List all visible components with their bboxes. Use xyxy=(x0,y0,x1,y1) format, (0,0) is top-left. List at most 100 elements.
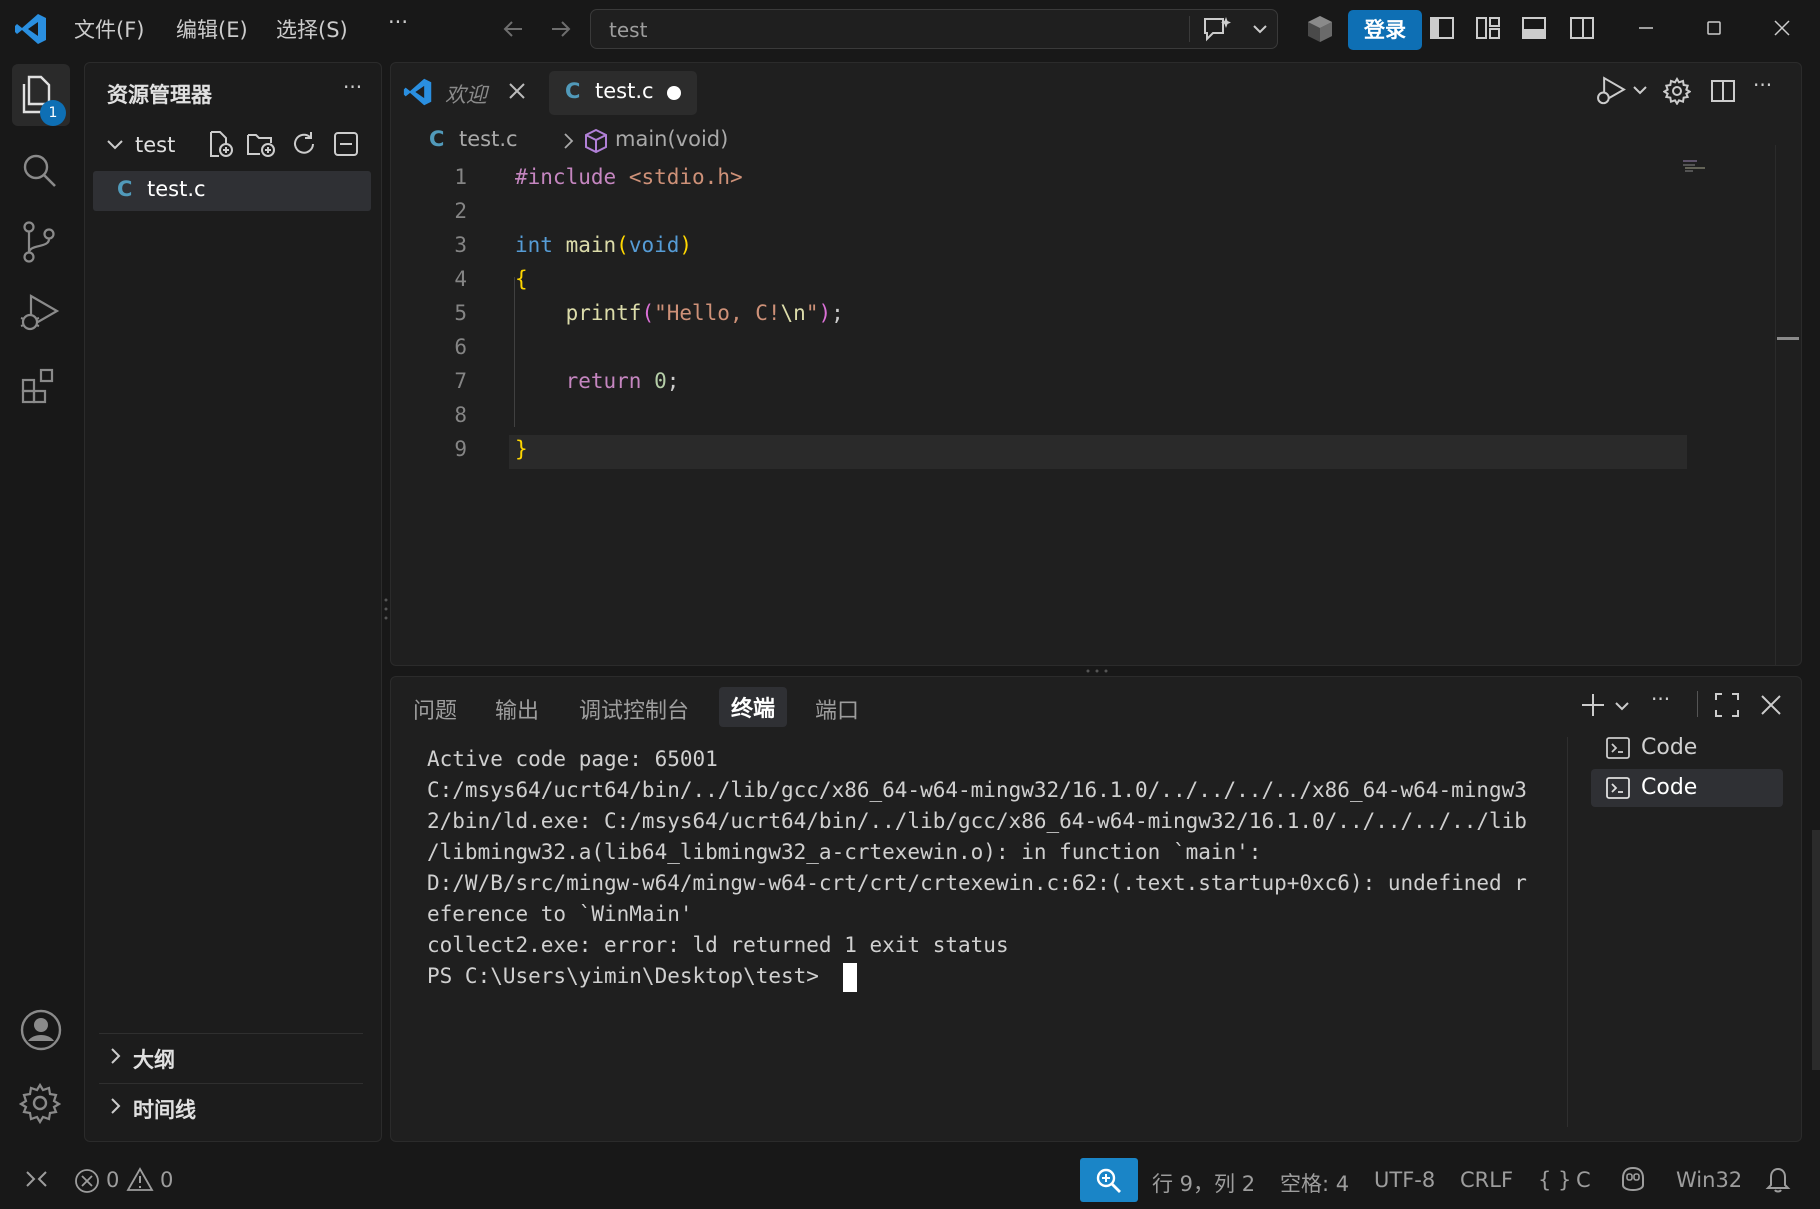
indentation[interactable]: 空格: 4 xyxy=(1280,1168,1349,1198)
symbol-method-cube-icon xyxy=(583,127,609,155)
warning-icon[interactable] xyxy=(126,1166,154,1194)
chevron-down-icon[interactable] xyxy=(1613,697,1631,715)
panel-more-button[interactable]: ··· xyxy=(1651,687,1670,711)
warning-count[interactable]: 0 xyxy=(160,1168,173,1192)
code-line: 5 printf("Hello, C!\n"); xyxy=(391,297,1671,331)
copilot-cube-icon[interactable] xyxy=(1306,14,1334,44)
minimize-icon[interactable] xyxy=(1634,14,1658,42)
language-mode[interactable]: C xyxy=(1576,1168,1591,1192)
toggle-secondary-sidebar-icon[interactable] xyxy=(1568,14,1596,42)
chat-sparkle-icon[interactable] xyxy=(1201,14,1233,44)
tab-welcome[interactable]: 欢迎 xyxy=(401,71,531,115)
close-window-icon[interactable] xyxy=(1770,14,1794,42)
copilot-icon[interactable] xyxy=(1618,1164,1648,1194)
run-debug-icon[interactable] xyxy=(1595,75,1627,107)
code-line: 4 { xyxy=(391,263,1671,297)
search-icon[interactable] xyxy=(19,150,59,190)
line-code: { xyxy=(515,267,528,291)
unsaved-dot-icon[interactable] xyxy=(667,86,681,100)
language-braces-icon[interactable]: { } xyxy=(1538,1168,1571,1192)
terminal-list-item-selected[interactable]: Code xyxy=(1591,769,1783,807)
terminal-line: eference to `WinMain' xyxy=(427,902,693,926)
code-area[interactable]: 1 #include <stdio.h> 2 3 int main(void) … xyxy=(391,161,1791,661)
breadcrumb: C test.c main(void) xyxy=(429,125,829,157)
new-terminal-plus-icon[interactable] xyxy=(1579,691,1607,719)
title-bar: 文件(F) 编辑(E) 选择(S) ··· test 登录 xyxy=(0,0,1820,60)
encoding[interactable]: UTF-8 xyxy=(1374,1168,1435,1192)
tab-test-c[interactable]: C test.c xyxy=(549,71,697,115)
source-control-icon[interactable] xyxy=(19,220,59,264)
chevron-down-icon[interactable] xyxy=(1251,20,1269,38)
tab-terminal[interactable]: 终端 xyxy=(719,687,788,727)
tab-output[interactable]: 输出 xyxy=(495,693,539,725)
terminal-list-item[interactable]: Code xyxy=(1591,729,1783,767)
new-folder-icon[interactable] xyxy=(245,129,277,159)
chevron-right-icon xyxy=(561,131,577,151)
maximize-panel-icon[interactable] xyxy=(1713,691,1741,719)
breadcrumb-symbol[interactable]: main(void) xyxy=(615,127,728,151)
tab-debug-console[interactable]: 调试控制台 xyxy=(579,693,689,725)
status-bar: 0 0 行 9，列 2 空格: 4 UTF-8 CRLF { } C Win32 xyxy=(0,1150,1820,1209)
account-icon[interactable] xyxy=(19,1008,63,1052)
maximize-icon[interactable] xyxy=(1702,14,1726,42)
collapse-all-icon[interactable] xyxy=(331,129,361,159)
line-ending[interactable]: CRLF xyxy=(1460,1168,1513,1192)
file-row-test-c[interactable]: C test.c xyxy=(93,171,371,211)
back-arrow-icon[interactable] xyxy=(500,16,526,42)
settings-gear-icon[interactable] xyxy=(1663,77,1691,105)
line-number: 4 xyxy=(454,267,467,291)
login-button[interactable]: 登录 xyxy=(1348,10,1422,50)
error-icon[interactable] xyxy=(74,1168,100,1194)
close-panel-icon[interactable] xyxy=(1757,691,1785,719)
refresh-icon[interactable] xyxy=(289,129,319,159)
terminal-output[interactable]: Active code page: 65001 C:/msys64/ucrt64… xyxy=(391,747,1571,1127)
terminal-line: /libmingw32.a(lib64_libmingw32_a-crtexew… xyxy=(427,840,1262,864)
breadcrumb-file[interactable]: test.c xyxy=(459,127,518,151)
manage-gear-icon[interactable] xyxy=(19,1082,61,1124)
close-tab-icon[interactable] xyxy=(505,79,529,103)
line-code: return 0; xyxy=(565,369,680,393)
explorer-more-button[interactable]: ··· xyxy=(343,75,362,99)
minimap[interactable] xyxy=(1683,159,1709,175)
menu-selection[interactable]: 选择(S) xyxy=(276,14,348,44)
customize-layout-icon[interactable] xyxy=(1474,14,1502,42)
terminal-scrollbar[interactable] xyxy=(1567,737,1568,1127)
new-file-icon[interactable] xyxy=(205,129,235,159)
error-count[interactable]: 0 xyxy=(106,1168,119,1192)
cursor-position[interactable]: 行 9，列 2 xyxy=(1152,1168,1255,1198)
extensions-icon[interactable] xyxy=(19,364,59,404)
line-number: 2 xyxy=(454,199,467,223)
chevron-down-icon xyxy=(105,135,125,155)
tab-ports[interactable]: 端口 xyxy=(815,693,859,725)
outline-section[interactable]: 大纲 xyxy=(99,1033,363,1077)
menu-file[interactable]: 文件(F) xyxy=(74,14,144,44)
timeline-section[interactable]: 时间线 xyxy=(99,1083,363,1127)
notifications-bell-icon[interactable] xyxy=(1764,1164,1792,1194)
panel-resize-sash[interactable] xyxy=(1084,669,1110,673)
line-number: 7 xyxy=(454,369,467,393)
command-center-search[interactable]: test xyxy=(590,9,1278,49)
remote-indicator-icon[interactable] xyxy=(24,1166,50,1192)
sidebar-resize-sash[interactable] xyxy=(384,596,388,622)
split-editor-icon[interactable] xyxy=(1709,77,1737,105)
scrollbar-track[interactable] xyxy=(1775,145,1776,665)
run-debug-icon[interactable] xyxy=(19,292,61,334)
zoom-search-button[interactable] xyxy=(1080,1158,1138,1202)
activity-bar: 1 xyxy=(0,60,82,1150)
vscode-logo-icon[interactable] xyxy=(14,12,48,46)
folder-row-test[interactable]: test xyxy=(85,127,381,163)
terminal-name: Code xyxy=(1641,735,1698,760)
editor-more-button[interactable]: ··· xyxy=(1753,73,1772,97)
toggle-panel-icon[interactable] xyxy=(1520,14,1548,42)
tab-problems[interactable]: 问题 xyxy=(413,693,457,725)
terminal-name: Code xyxy=(1641,775,1698,800)
menu-edit[interactable]: 编辑(E) xyxy=(176,14,248,44)
line-number: 5 xyxy=(454,301,467,325)
terminal-icon xyxy=(1605,736,1631,760)
forward-arrow-icon[interactable] xyxy=(548,16,574,42)
chevron-down-icon[interactable] xyxy=(1631,81,1649,99)
toggle-primary-sidebar-icon[interactable] xyxy=(1428,14,1456,42)
platform[interactable]: Win32 xyxy=(1676,1168,1742,1192)
file-name: test.c xyxy=(147,177,206,201)
menu-more[interactable]: ··· xyxy=(388,10,408,34)
